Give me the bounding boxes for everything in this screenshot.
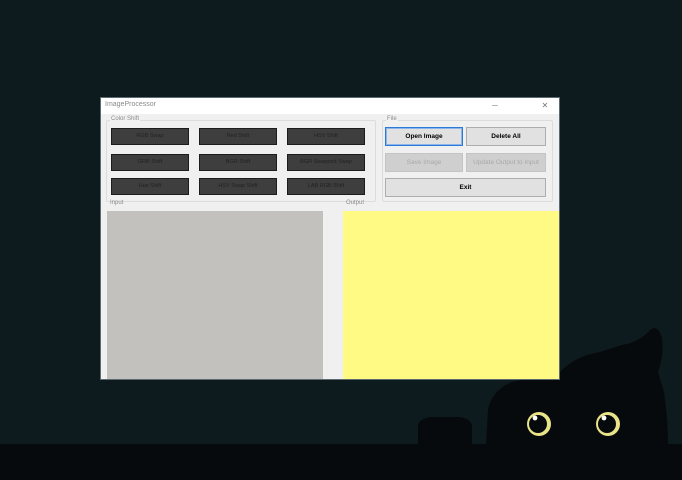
- input-label: Input: [110, 200, 124, 206]
- bgr-swapped-swap-button[interactable]: BGR Swapped Swap: [287, 154, 365, 171]
- bgr-shift-button[interactable]: BGR Shift: [199, 154, 277, 171]
- delete-all-button[interactable]: Delete All: [466, 127, 546, 146]
- grb-shift-button[interactable]: GRB Shift: [111, 154, 189, 171]
- exit-button[interactable]: Exit: [385, 178, 546, 197]
- app-window: ImageProcessor ─ ✕ Color Shift RGB Swap …: [101, 98, 559, 379]
- window-title: ImageProcessor: [105, 101, 156, 108]
- update-output-to-input-button[interactable]: Update Output to Input: [466, 153, 546, 172]
- open-image-button[interactable]: Open Image: [385, 127, 463, 146]
- file-group-label: File: [386, 116, 398, 122]
- output-image-area[interactable]: [343, 211, 559, 379]
- minimize-icon[interactable]: ─: [489, 100, 501, 112]
- save-image-button[interactable]: Save Image: [385, 153, 463, 172]
- rgb-swap-button[interactable]: RGB Swap: [111, 128, 189, 145]
- hsv-swap-shift-button[interactable]: HSV Swap Shift: [199, 178, 277, 195]
- color-shift-label: Color Shift: [110, 116, 141, 122]
- lab-rgb-shift-button[interactable]: LAB RGB Shift: [287, 178, 365, 195]
- input-image-area[interactable]: [107, 211, 323, 379]
- red-shift-button[interactable]: Red Shift: [199, 128, 277, 145]
- output-label: Output: [346, 200, 365, 206]
- hue-shift-button[interactable]: Hue Shift: [111, 178, 189, 195]
- hsv-shift-button[interactable]: HSV Shift: [287, 128, 365, 145]
- maximize-icon[interactable]: [513, 100, 525, 112]
- close-icon[interactable]: ✕: [539, 100, 551, 112]
- title-bar[interactable]: ImageProcessor ─ ✕: [101, 98, 559, 114]
